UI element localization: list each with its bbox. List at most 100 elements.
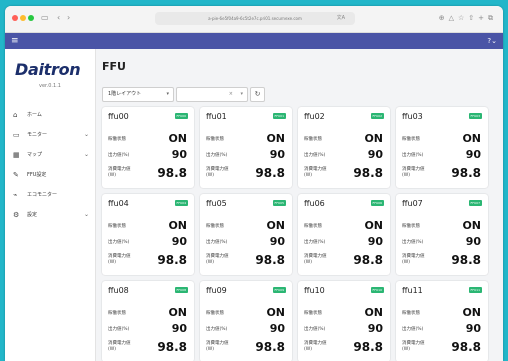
output-label: 出力値(%) [108,240,130,245]
power-unit-label: (W) [304,173,312,178]
power-label: 消費電力値 [304,254,327,259]
translate-icon[interactable]: 文A [337,12,345,25]
status-label: 稼働状態 [402,137,420,142]
address-bar[interactable]: a-pie-6e5f04a9-6c5t2e7c.pri01.securnexe.… [155,12,355,25]
status-label: 稼働状態 [304,311,322,316]
sidebar-item-home[interactable]: ⌂ ホーム [5,105,95,125]
refresh-icon: ↻ [254,90,261,98]
maximize-window-button[interactable] [28,15,34,21]
unit-select[interactable]: × ▾ [176,87,248,102]
power-value: 98.8 [157,166,187,180]
ffu-card[interactable]: ffu03 FFU03 稼働状態 ON 出力値(%) 90 消費電力値 (W) 98.8 [396,107,488,188]
ffu-name: ffu00 [108,112,129,121]
power-value: 98.8 [255,340,285,354]
sidebar-item-settings[interactable]: ⚙ 設定 ⌄ [5,205,95,225]
browser-actions-icons[interactable]: ⊕△☆⇧+⧉ [439,12,497,24]
status-label: 稼働状態 [206,224,224,229]
sidebar-item-map[interactable]: ▦ マップ ⌄ [5,145,95,165]
output-value: 90 [171,235,187,248]
home-icon: ⌂ [13,111,18,119]
gear-icon: ⚙ [13,211,20,219]
ffu-card[interactable]: ffu06 FFU06 稼働状態 ON 出力値(%) 90 消費電力値 (W) 98.8 [298,194,390,275]
power-value: 98.8 [157,253,187,267]
ffu-card[interactable]: ffu07 FFU07 稼働状態 ON 出力値(%) 90 消費電力値 (W) 98.8 [396,194,488,275]
hamburger-menu-icon[interactable]: ≡ [11,35,19,47]
clear-icon[interactable]: × [229,88,233,101]
output-value: 90 [465,148,481,161]
status-label: 稼働状態 [402,224,420,229]
output-label: 出力値(%) [108,327,130,332]
chevron-down-icon: ⌄ [83,151,89,158]
ffu-card[interactable]: ffu10 FFU10 稼働状態 ON 出力値(%) 90 消費電力値 (W) 98.8 [298,281,390,361]
sidebar-item-label: モニター [27,132,48,138]
ffu-card[interactable]: ffu04 FFU04 稼働状態 ON 出力値(%) 90 消費電力値 (W) 98.8 [102,194,194,275]
power-unit-label: (W) [108,347,116,352]
ffu-card[interactable]: ffu01 FFU01 稼働状態 ON 出力値(%) 90 消費電力値 (W) 98.8 [200,107,292,188]
power-label: 消費電力値 [402,167,425,172]
power-label: 消費電力値 [108,167,131,172]
sidebar-item-monitor[interactable]: ▭ モニター ⌄ [5,125,95,145]
power-unit-label: (W) [108,173,116,178]
ffu-name: ffu06 [304,199,325,208]
browser-toolbar: ▭ ‹ › a-pie-6e5f04a9-6c5t2e7c.pri01.secu… [5,6,503,33]
power-value: 98.8 [255,166,285,180]
status-badge: FFU02 [370,113,384,119]
chevron-down-icon: ⌄ [83,131,89,138]
layout-select[interactable]: 1階レイアウト ▾ [102,87,174,102]
close-window-button[interactable] [12,15,18,21]
status-value: ON [462,306,481,319]
ffu-card[interactable]: ffu02 FFU02 稼働状態 ON 出力値(%) 90 消費電力値 (W) 98.8 [298,107,390,188]
sidebar-item-ffu-settings[interactable]: ✎ FFU設定 [5,165,95,185]
status-badge: FFU01 [272,113,286,119]
output-label: 出力値(%) [108,153,130,158]
status-label: 稼働状態 [206,137,224,142]
status-value: ON [462,132,481,145]
ffu-card[interactable]: ffu09 FFU09 稼働状態 ON 出力値(%) 90 消費電力値 (W) 98.8 [200,281,292,361]
ffu-card[interactable]: ffu11 FFU11 稼働状態 ON 出力値(%) 90 消費電力値 (W) 98.8 [396,281,488,361]
ffu-card[interactable]: ffu00 FFU00 稼働状態 ON 出力値(%) 90 消費電力値 (W) 98.8 [102,107,194,188]
status-label: 稼働状態 [108,311,126,316]
status-badge: FFU06 [370,200,384,206]
status-label: 稼働状態 [304,224,322,229]
main-content: FFU 1階レイアウト ▾ × ▾ ↻ ffu00 FFU00 稼働状態 ON 出力値(… [96,49,503,361]
ffu-name: ffu05 [206,199,227,208]
status-badge: FFU00 [174,113,188,119]
sidebar-toggle-icon[interactable]: ▭ [41,12,49,24]
power-value: 98.8 [451,166,481,180]
power-value: 98.8 [451,253,481,267]
status-label: 稼働状態 [402,311,420,316]
sidebar-nav: ⌂ ホーム ▭ モニター ⌄ ▦ マップ ⌄ ✎ FFU設定 ⌁ エコモニター [5,105,95,225]
minimize-window-button[interactable] [20,15,26,21]
output-label: 出力値(%) [304,153,326,158]
sidebar-item-label: FFU設定 [27,172,47,178]
back-icon[interactable]: ‹ [57,12,60,24]
version-label: ver.0.1.1 [39,83,61,89]
status-value: ON [364,132,383,145]
power-value: 98.8 [157,340,187,354]
sidebar-item-label: 設定 [27,212,38,218]
chevron-down-icon: ▾ [166,91,169,97]
ffu-card[interactable]: ffu05 FFU05 稼働状態 ON 出力値(%) 90 消費電力値 (W) 98.8 [200,194,292,275]
forward-icon[interactable]: › [67,12,70,24]
help-icon[interactable]: ?⌄ [487,35,497,47]
power-unit-label: (W) [206,260,214,265]
status-value: ON [364,219,383,232]
output-value: 90 [171,322,187,335]
power-value: 98.8 [353,253,383,267]
power-unit-label: (W) [206,173,214,178]
monitor-icon: ▭ [13,131,20,139]
power-label: 消費電力値 [108,254,131,259]
power-label: 消費電力値 [304,167,327,172]
refresh-button[interactable]: ↻ [250,87,265,102]
logo: Daitron [15,60,81,79]
output-label: 出力値(%) [402,153,424,158]
status-label: 稼働状態 [206,311,224,316]
output-label: 出力値(%) [304,327,326,332]
ffu-name: ffu08 [108,286,129,295]
ffu-name: ffu04 [108,199,129,208]
ffu-card[interactable]: ffu08 FFU08 稼働状態 ON 出力値(%) 90 消費電力値 (W) 98.8 [102,281,194,361]
power-label: 消費電力値 [206,167,229,172]
status-value: ON [168,219,187,232]
ffu-name: ffu10 [304,286,325,295]
sidebar-item-eco-monitor[interactable]: ⌁ エコモニター [5,185,95,205]
